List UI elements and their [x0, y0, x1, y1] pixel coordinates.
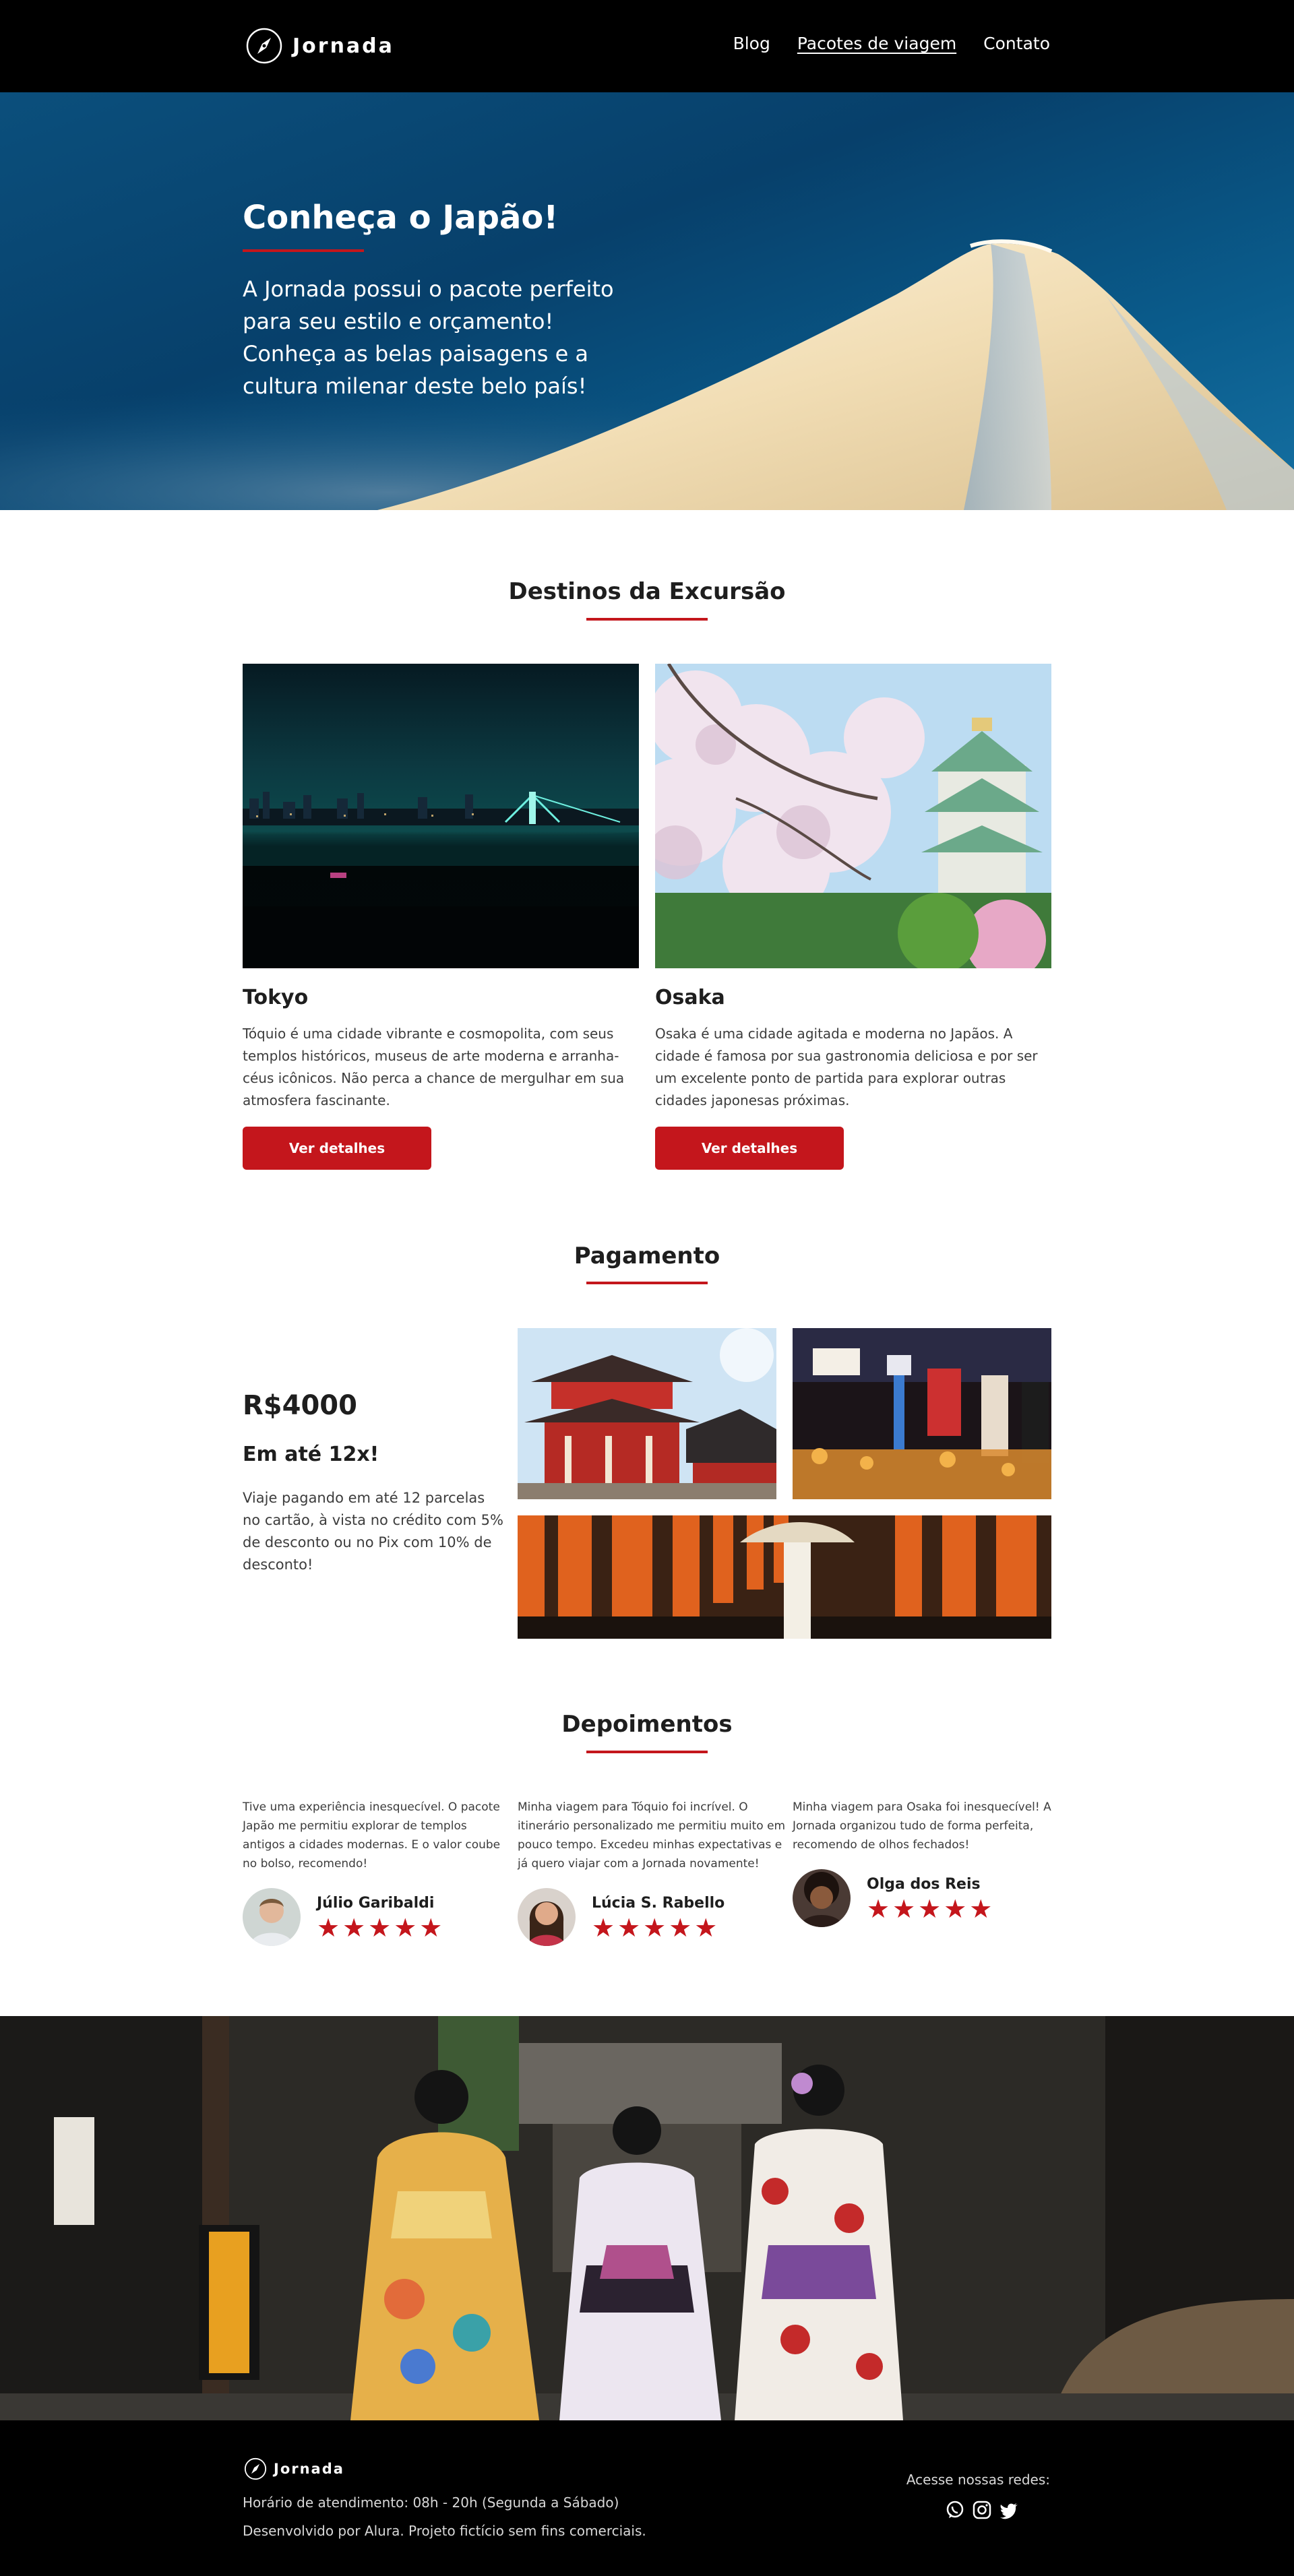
nav-pacotes[interactable]: Pacotes de viagem — [797, 34, 956, 53]
avatar-olga — [793, 1869, 851, 1927]
logo-link[interactable]: Jornada — [245, 27, 394, 65]
footer-logo-text: Jornada — [274, 2461, 344, 2477]
kimono-banner — [0, 2016, 1294, 2420]
kimono-street-image — [0, 2016, 1294, 2420]
compass-icon — [244, 2457, 267, 2480]
testimonial-card-1: Tive uma experiência inesquecível. O pac… — [243, 1798, 512, 1873]
hero-title-underline — [243, 249, 364, 252]
rating-stars: ★★★★★ — [867, 1894, 995, 1924]
whatsapp-icon[interactable] — [945, 2500, 965, 2523]
testimonial-text: Minha viagem para Tóquio foi incrível. O… — [518, 1800, 786, 1871]
rating-stars: ★★★★★ — [592, 1913, 720, 1943]
main-nav: Blog Pacotes de viagem Contato — [733, 34, 1050, 53]
hero-text: A Jornada possui o pacote perfeito para … — [243, 276, 614, 399]
osaka-street-image — [793, 1328, 1051, 1499]
destinations-underline — [586, 618, 708, 621]
nav-contato[interactable]: Contato — [983, 34, 1050, 53]
installments: Em até 12x! — [243, 1443, 379, 1466]
hero-banner: Conheça o Japão! A Jornada possui o paco… — [0, 92, 1294, 510]
social-label: Acesse nossas redes: — [906, 2472, 1050, 2488]
site-header: Jornada Blog Pacotes de viagem Contato — [0, 0, 1294, 92]
price: R$4000 — [243, 1390, 357, 1421]
rating-stars: ★★★★★ — [317, 1913, 445, 1943]
testimonials-title: Depoimentos — [561, 1711, 733, 1738]
payment-title: Pagamento — [574, 1243, 720, 1269]
tokyo-details-button[interactable]: Ver detalhes — [243, 1127, 431, 1170]
footer-logo: Jornada — [244, 2457, 344, 2480]
osaka-description: Osaka é uma cidade agitada e moderna no … — [655, 1026, 1038, 1108]
instagram-icon[interactable] — [972, 2500, 992, 2523]
testimonial-name: Olga dos Reis — [867, 1876, 981, 1893]
tokyo-name: Tokyo — [243, 986, 309, 1009]
payment-underline — [586, 1282, 708, 1284]
social-icons — [945, 2500, 1019, 2523]
testimonial-card-2: Minha viagem para Tóquio foi incrível. O… — [518, 1798, 787, 1873]
osaka-image — [655, 664, 1051, 968]
testimonial-card-3: Minha viagem para Osaka foi inesquecível… — [793, 1798, 1062, 1854]
tokyo-description: Tóquio é uma cidade vibrante e cosmopoli… — [243, 1026, 625, 1108]
avatar-lucia — [518, 1888, 576, 1946]
logo-text: Jornada — [292, 34, 394, 58]
osaka-details-button[interactable]: Ver detalhes — [655, 1127, 844, 1170]
footer-hours: Horário de atendimento: 08h - 20h (Segun… — [243, 2494, 619, 2511]
destinations-title: Destinos da Excursão — [508, 578, 786, 605]
site-footer: Jornada Horário de atendimento: 08h - 20… — [0, 2420, 1294, 2576]
temple-image — [518, 1328, 776, 1499]
testimonial-text: Tive uma experiência inesquecível. O pac… — [243, 1800, 501, 1871]
nav-blog[interactable]: Blog — [733, 34, 770, 53]
testimonial-text: Minha viagem para Osaka foi inesquecível… — [793, 1800, 1051, 1852]
torii-path-image — [518, 1515, 1051, 1639]
avatar-julio — [243, 1888, 301, 1946]
testimonials-underline — [586, 1751, 708, 1753]
testimonial-name: Júlio Garibaldi — [317, 1895, 435, 1912]
tokyo-image — [243, 664, 639, 968]
testimonial-name: Lúcia S. Rabello — [592, 1895, 725, 1912]
compass-icon — [246, 28, 282, 64]
hero-title: Conheça o Japão! — [243, 199, 559, 237]
footer-developed: Desenvolvido por Alura. Projeto fictício… — [243, 2523, 646, 2539]
twitter-icon[interactable] — [999, 2500, 1019, 2523]
osaka-name: Osaka — [655, 986, 725, 1009]
payment-text: Viaje pagando em até 12 parcelas no cart… — [243, 1490, 503, 1573]
mount-fuji-image — [0, 239, 1294, 510]
